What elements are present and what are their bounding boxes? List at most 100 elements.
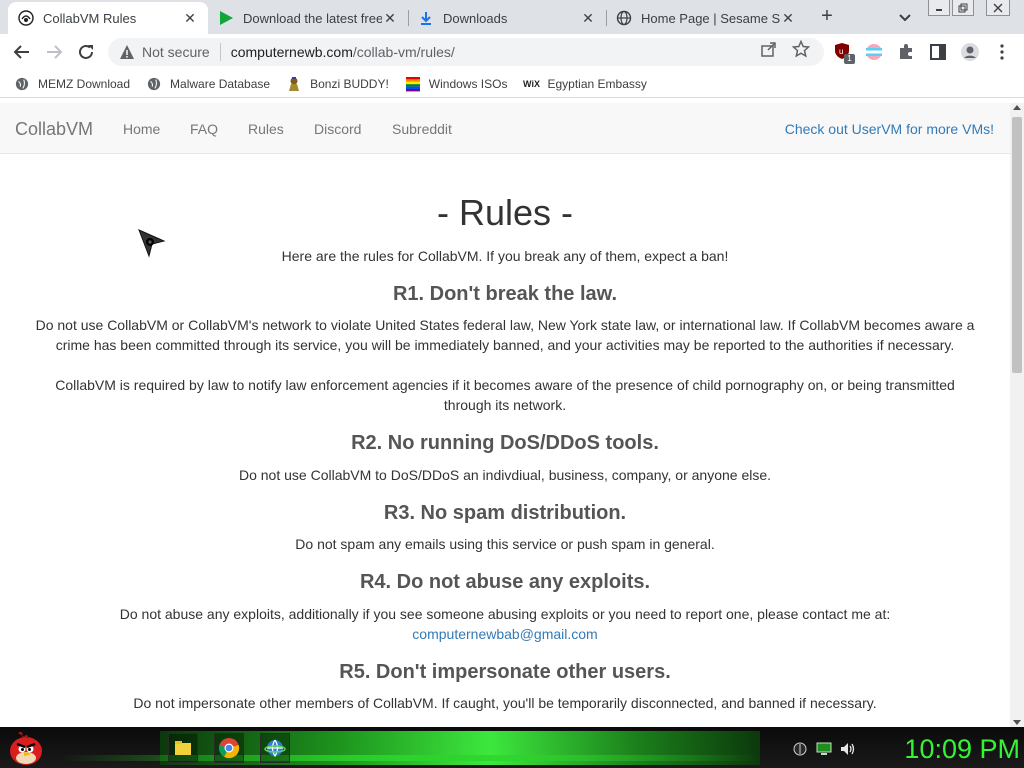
bookmark-bonzi-buddy[interactable]: Bonzi BUDDY!	[286, 76, 389, 92]
bookmarks-bar: MEMZ Download Malware Database Bonzi BUD…	[0, 70, 1024, 98]
tab-downloads[interactable]: Downloads ✕	[408, 2, 606, 34]
globe-icon	[14, 76, 30, 92]
bookmark-label: MEMZ Download	[38, 76, 131, 91]
contact-email-link[interactable]: computernewbab@gmail.com	[412, 626, 597, 642]
puzzle-icon	[900, 44, 912, 59]
arrow-right-icon	[47, 45, 63, 59]
rule-heading-r1: R1. Don't break the law.	[392, 283, 618, 305]
taskbar: 10:09 PM	[0, 727, 1024, 768]
globe-icon	[616, 10, 632, 26]
taskbar-explorer-button[interactable]	[168, 733, 198, 763]
nav-link-subreddit[interactable]: Subreddit	[392, 121, 452, 137]
new-tab-button[interactable]: +	[816, 6, 838, 28]
share-icon	[761, 42, 776, 57]
nav-link-faq[interactable]: FAQ	[190, 121, 218, 137]
rule-heading-r2: R2. No running DoS/DDoS tools.	[351, 432, 659, 454]
restore-icon	[958, 3, 968, 12]
minimize-button[interactable]	[928, 0, 950, 16]
taskbar-app-button[interactable]	[260, 733, 290, 763]
svg-text:u: u	[839, 47, 843, 56]
divider	[219, 43, 221, 61]
back-button[interactable]	[12, 42, 32, 62]
warning-icon[interactable]	[118, 43, 136, 61]
tab-title: Download the latest free	[243, 10, 382, 26]
angry-bird-icon	[10, 731, 42, 765]
tray-network-icon[interactable]	[816, 741, 832, 757]
security-label[interactable]: Not secure	[142, 44, 210, 60]
tab-sesame-street[interactable]: Home Page | Sesame Stre ✕	[606, 2, 806, 34]
extensions-button[interactable]	[896, 42, 916, 62]
bookmark-memz-download[interactable]: MEMZ Download	[14, 76, 130, 92]
side-panel-icon	[930, 44, 946, 60]
trans-flag-icon	[866, 44, 882, 60]
nav-link-rules[interactable]: Rules	[248, 121, 284, 137]
intro-text: Here are the rules for CollabVM. If you …	[281, 248, 729, 264]
rule-text-r1-p1: Do not use CollabVM or CollabVM's networ…	[35, 317, 975, 353]
close-icon[interactable]: ✕	[182, 10, 198, 26]
reload-icon	[79, 44, 93, 59]
globe-icon	[146, 76, 162, 92]
url-path[interactable]: /collab-vm/rules/	[353, 44, 455, 60]
site-brand[interactable]: CollabVM	[15, 119, 93, 140]
restore-button[interactable]	[952, 0, 974, 16]
bonzi-icon	[286, 76, 302, 92]
menu-button[interactable]	[992, 42, 1012, 62]
bookmark-malware-database[interactable]: Malware Database	[146, 76, 270, 92]
taskbar-stripe	[60, 755, 760, 761]
bookmark-egyptian-embassy[interactable]: WiX Egyptian Embassy	[523, 76, 647, 92]
avatar-icon	[961, 43, 979, 61]
download-icon	[418, 10, 434, 26]
scroll-up-icon[interactable]	[1013, 105, 1021, 110]
close-icon[interactable]: ✕	[580, 10, 596, 26]
network-globe-icon	[264, 739, 286, 758]
folder-icon	[175, 741, 191, 755]
tab-title: Home Page | Sesame Stre	[641, 10, 780, 26]
collabvm-icon	[18, 10, 34, 26]
close-window-button[interactable]	[986, 0, 1010, 16]
tab-search-button[interactable]	[896, 8, 914, 26]
taskbar-clock[interactable]: 10:09 PM	[876, 731, 1020, 767]
forward-button[interactable]	[44, 42, 64, 62]
nav-link-home[interactable]: Home	[123, 121, 160, 137]
taskbar-chrome-button[interactable]	[214, 733, 244, 763]
rule-text-r3: Do not spam any emails using this servic…	[295, 536, 715, 552]
bookmark-label: Windows ISOs	[428, 76, 508, 91]
rule-text-r4: Do not abuse any exploits, additionally …	[119, 606, 891, 622]
rule-text-r1-p2: CollabVM is required by law to notify la…	[55, 377, 955, 413]
uservm-link[interactable]: Check out UserVM for more VMs!	[785, 121, 994, 137]
bookmark-label: Egyptian Embassy	[547, 76, 647, 91]
scrollbar-thumb[interactable]	[1012, 117, 1022, 373]
rule-heading-r3: R3. No spam distribution.	[383, 502, 627, 524]
play-icon	[218, 10, 234, 26]
bookmark-star-button[interactable]	[792, 40, 810, 58]
close-icon[interactable]: ✕	[382, 10, 398, 26]
scroll-down-icon[interactable]	[1013, 720, 1021, 725]
address-bar[interactable]: Not secure computernewb.com/collab-vm/ru…	[108, 38, 824, 66]
kebab-menu-icon	[1000, 44, 1004, 60]
pride-extension-button[interactable]	[864, 42, 884, 62]
bookmark-windows-isos[interactable]: Windows ISOs	[405, 76, 508, 92]
rule-heading-r5: R5. Don't impersonate other users.	[339, 661, 671, 683]
ublock-extension-button[interactable]: u 1	[834, 42, 855, 64]
close-icon[interactable]: ✕	[780, 10, 796, 26]
tray-volume-icon[interactable]	[840, 741, 856, 757]
chevron-down-icon	[899, 14, 911, 22]
side-panel-button[interactable]	[928, 42, 948, 62]
tab-download-latest[interactable]: Download the latest free ✕	[208, 2, 408, 34]
close-icon	[993, 3, 1003, 12]
minimize-icon	[936, 8, 942, 11]
tab-title: Downloads	[443, 10, 508, 26]
tab-strip: CollabVM Rules ✕ Download the latest fre…	[0, 0, 1024, 34]
site-navbar: CollabVM Home FAQ Rules Discord Subreddi…	[0, 103, 1010, 154]
tray-vpn-icon[interactable]	[792, 741, 808, 757]
start-button[interactable]	[6, 729, 46, 767]
share-button[interactable]	[760, 40, 778, 58]
nav-link-discord[interactable]: Discord	[314, 121, 361, 137]
url-host[interactable]: computernewb.com	[231, 44, 353, 60]
profile-button[interactable]	[960, 42, 980, 62]
tab-collabvm-rules[interactable]: CollabVM Rules ✕	[8, 2, 208, 34]
chrome-icon	[218, 738, 240, 759]
reload-button[interactable]	[76, 42, 96, 62]
page-scrollbar[interactable]	[1010, 103, 1024, 727]
mouse-cursor-icon	[138, 229, 166, 258]
